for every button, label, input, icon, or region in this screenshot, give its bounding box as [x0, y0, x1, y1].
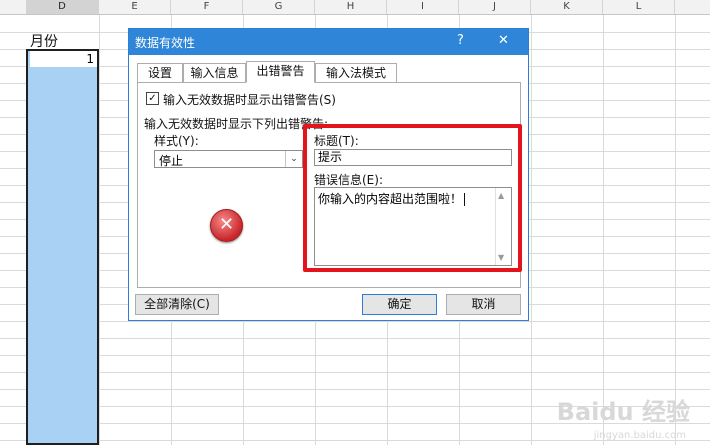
gridline	[0, 338, 710, 339]
gridline	[99, 15, 100, 445]
chevron-down-icon[interactable]: ⌄	[285, 151, 302, 167]
tab-input-message[interactable]: 输入信息	[183, 63, 246, 82]
show-alert-checkbox[interactable]: ✓	[146, 92, 159, 105]
highlight-annotation-box	[303, 124, 522, 272]
clear-all-button[interactable]: 全部清除(C)	[135, 294, 219, 315]
tab-ime-mode[interactable]: 输入法模式	[315, 63, 397, 82]
cell-value[interactable]: 1	[30, 51, 97, 67]
gridline	[0, 321, 710, 322]
column-header-k[interactable]: K	[531, 0, 603, 14]
tab-error-alert[interactable]: 出错警告	[246, 61, 315, 83]
gridline	[531, 15, 532, 445]
column-header-l[interactable]: L	[603, 0, 675, 14]
column-header-e[interactable]: E	[99, 0, 171, 14]
gridline	[603, 15, 604, 445]
watermark-url: jingyan.baidu.com	[593, 430, 686, 441]
selected-range[interactable]: 1	[26, 49, 99, 445]
cancel-button[interactable]: 取消	[446, 294, 521, 315]
gridline	[0, 355, 710, 356]
gridline	[675, 15, 676, 445]
section-label: 输入无效数据时显示下列出错警告:	[144, 117, 329, 131]
help-icon[interactable]: ?	[457, 33, 464, 48]
style-value: 停止	[159, 154, 184, 168]
close-icon[interactable]: ✕	[498, 33, 509, 48]
style-select[interactable]: 停止 ⌄	[154, 150, 303, 168]
dialog-title: 数据有效性	[135, 36, 196, 50]
column-header-j[interactable]: J	[459, 0, 531, 14]
column-header-row: D E F G H I J K L	[0, 0, 710, 15]
show-alert-label[interactable]: 输入无效数据时显示出错警告(S)	[163, 91, 336, 108]
ok-button[interactable]: 确定	[362, 294, 437, 315]
column-header-f[interactable]: F	[171, 0, 243, 14]
column-header-i[interactable]: I	[387, 0, 459, 14]
column-header-h[interactable]: H	[315, 0, 387, 14]
watermark-logo: Baidu 经验	[556, 398, 690, 426]
dialog-titlebar[interactable]: 数据有效性 ? ✕	[129, 29, 528, 55]
column-header-g[interactable]: G	[243, 0, 315, 14]
tab-settings[interactable]: 设置	[137, 63, 183, 82]
error-stop-icon: ✕	[210, 209, 243, 242]
error-icon-glyph: ✕	[218, 214, 235, 235]
header-cell-month[interactable]: 月份	[30, 31, 58, 51]
gridline	[0, 389, 710, 390]
column-header-d[interactable]: D	[26, 0, 99, 14]
gridline	[0, 372, 710, 373]
style-label: 样式(Y):	[154, 134, 199, 148]
